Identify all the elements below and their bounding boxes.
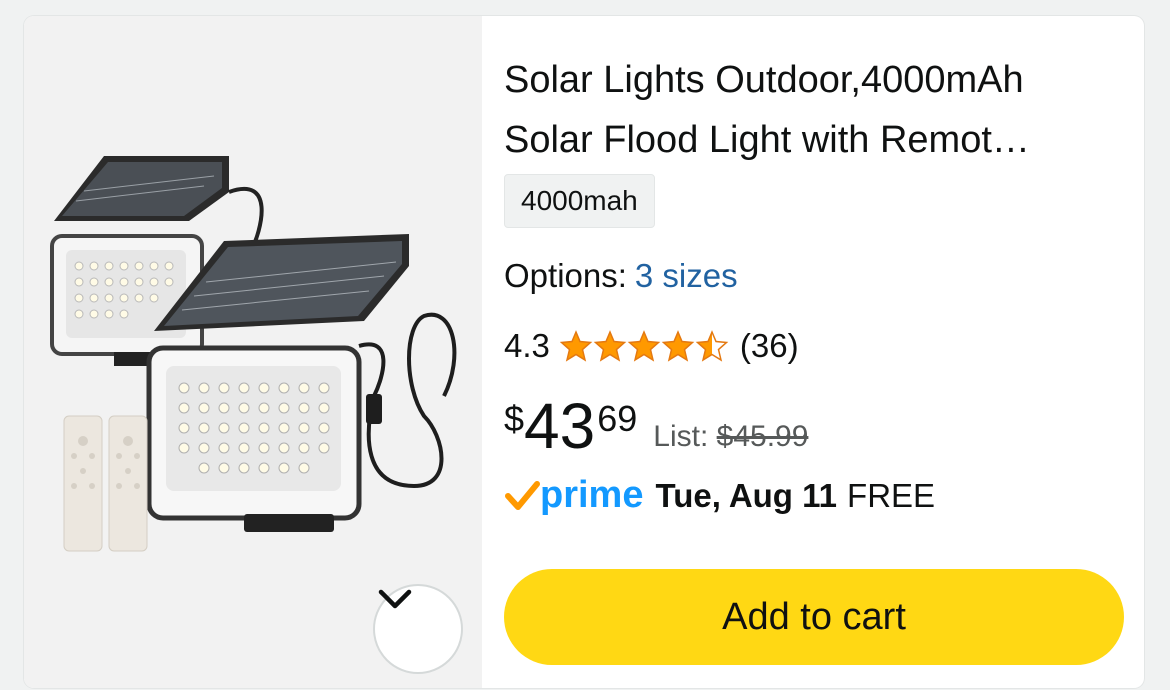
product-card[interactable]: Solar Lights Outdoor,4000mAh Solar Flood… bbox=[24, 16, 1144, 688]
price-symbol: $ bbox=[504, 398, 525, 439]
rating-value: 4.3 bbox=[504, 327, 550, 364]
price-whole: 43 bbox=[524, 390, 596, 462]
chevron-down-icon bbox=[378, 589, 412, 609]
options-label: Options: bbox=[504, 257, 627, 294]
list-price-value: $45.99 bbox=[716, 420, 809, 453]
list-price-label: List: bbox=[653, 420, 709, 453]
options-row: Options: 3 sizes bbox=[504, 252, 738, 300]
prime-check-icon bbox=[505, 480, 540, 510]
product-title[interactable]: Solar Lights Outdoor,4000mAh Solar Flood… bbox=[504, 50, 1114, 170]
add-to-cart-button[interactable]: Add to cart bbox=[504, 569, 1124, 665]
review-count: (36) bbox=[739, 327, 799, 364]
delivery-date: Tue, Aug 11 bbox=[655, 476, 838, 514]
variant-chip[interactable]: 4000mah bbox=[504, 174, 655, 228]
expand-image-button[interactable] bbox=[373, 584, 463, 674]
delivery-cost: FREE bbox=[847, 476, 936, 514]
options-link[interactable]: 3 sizes bbox=[635, 257, 738, 294]
rating-row[interactable]: 4.3 (36) bbox=[504, 322, 799, 370]
product-info: Solar Lights Outdoor,4000mAh Solar Flood… bbox=[504, 16, 1144, 688]
price-fraction: 69 bbox=[597, 398, 638, 439]
prime-logo: prime bbox=[540, 474, 644, 516]
star-icon bbox=[560, 331, 728, 361]
product-image[interactable] bbox=[24, 16, 482, 688]
delivery-row: prime Tue, Aug 11 FREE bbox=[504, 474, 935, 517]
list-price: List: $45.99 bbox=[653, 420, 808, 454]
price-row: $ 43 69 List: $45.99 bbox=[504, 386, 808, 466]
star-rating bbox=[560, 330, 730, 362]
